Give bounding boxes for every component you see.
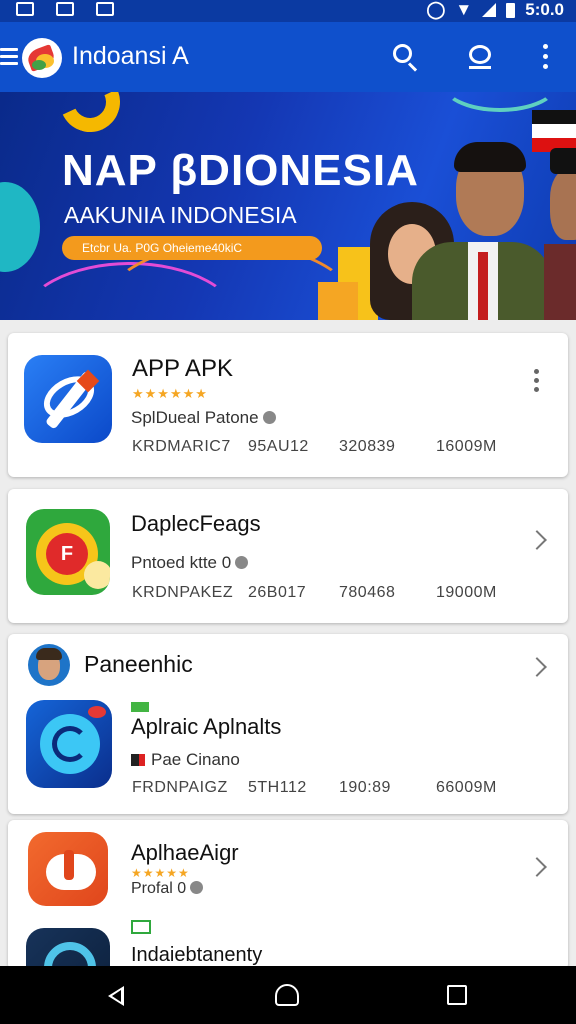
meta-4: 66009M bbox=[436, 779, 497, 796]
info-icon bbox=[262, 411, 276, 424]
app-subtitle: Pae Cinano bbox=[131, 750, 240, 770]
signal-icon bbox=[482, 3, 497, 17]
app-subtitle: Pntoed ktte 0 bbox=[131, 553, 249, 573]
badge-icon bbox=[131, 920, 151, 934]
meta-1: KRDNPAKEZ bbox=[132, 584, 234, 601]
app-card[interactable]: F DaplecFeags Pntoed ktte 0 KRDNPAKEZ 26… bbox=[8, 489, 568, 623]
meta-3: 190:89 bbox=[339, 779, 391, 796]
meta-1: KRDMARIC7 bbox=[132, 438, 231, 455]
image-notification-icon bbox=[16, 2, 34, 16]
search-icon[interactable] bbox=[465, 42, 495, 72]
alarm-icon: ◯ bbox=[426, 0, 446, 19]
rating-stars: ★★★★★★ bbox=[132, 386, 208, 401]
game-app-icon: F bbox=[26, 509, 110, 595]
app-bar: Indoansi A bbox=[0, 22, 576, 92]
section-title: Paneenhic bbox=[84, 651, 193, 677]
meta-2: 26B017 bbox=[248, 584, 307, 601]
compass-app-icon bbox=[24, 355, 112, 443]
menu-icon[interactable] bbox=[0, 48, 18, 69]
more-vert-icon[interactable] bbox=[534, 369, 540, 396]
app-title: Aplraic Aplnalts bbox=[131, 714, 282, 739]
status-notifications bbox=[16, 2, 114, 16]
meta-2: 5TH112 bbox=[248, 779, 307, 796]
banner-headline: NAP βDIONESIA bbox=[62, 146, 419, 195]
meta-4: 16009M bbox=[436, 438, 497, 455]
search-icon[interactable] bbox=[391, 42, 421, 72]
app-subtitle: Profal 0 bbox=[131, 880, 204, 898]
app-card[interactable]: Paneenhic Aplraic Aplnalts Pae Cinano FR… bbox=[8, 634, 568, 814]
banner-person-man-cap bbox=[544, 148, 576, 320]
chevron-right-icon[interactable] bbox=[527, 857, 547, 877]
app-notification-icon bbox=[96, 2, 114, 16]
app-card[interactable]: AplhaeAigr ★★★★★ Profal 0 Indaiebtanenty bbox=[8, 820, 568, 970]
wifi-icon: ▼ bbox=[455, 0, 473, 19]
app-icon bbox=[26, 928, 110, 970]
banner-pill: Etcbr Ua. P0G Oheieme40kiC bbox=[62, 236, 322, 260]
app-title: AplhaeAigr bbox=[131, 840, 239, 865]
meta-3: 320839 bbox=[339, 438, 396, 455]
status-indicators: ◯ ▼ 5:0.0 bbox=[426, 0, 564, 20]
info-icon bbox=[235, 556, 249, 569]
app-card[interactable]: APP APK ★★★★★★ SplDueal Patone KRDMARIC7… bbox=[8, 333, 568, 477]
badge-icon bbox=[131, 702, 149, 712]
recents-icon[interactable] bbox=[447, 985, 467, 1005]
meta-2: 95AU12 bbox=[248, 438, 309, 455]
meta-3: 780468 bbox=[339, 584, 396, 601]
chevron-right-icon[interactable] bbox=[527, 657, 547, 677]
status-bar: ◯ ▼ 5:0.0 bbox=[0, 0, 576, 22]
app-subtitle: SplDueal Patone bbox=[131, 408, 276, 428]
app-title: APP APK bbox=[132, 355, 233, 382]
more-vert-icon[interactable] bbox=[540, 44, 550, 72]
app-title: DaplecFeags bbox=[131, 511, 261, 536]
meta-4: 19000M bbox=[436, 584, 497, 601]
timer-app-icon bbox=[26, 700, 112, 788]
navigation-bar bbox=[0, 966, 576, 1024]
promo-banner[interactable]: NAP βDIONESIA AAKUNIA INDONESIA Etcbr Ua… bbox=[0, 92, 576, 320]
banner-person-man bbox=[412, 142, 552, 320]
home-icon[interactable] bbox=[275, 984, 299, 1006]
download-notification-icon bbox=[56, 2, 74, 16]
flag-icon bbox=[131, 754, 145, 766]
app-title: Indoansi A bbox=[72, 42, 189, 70]
avatar bbox=[28, 644, 70, 686]
chevron-right-icon[interactable] bbox=[527, 530, 547, 550]
chat-app-icon bbox=[28, 832, 108, 906]
meta-1: FRDNPAIGZ bbox=[132, 779, 228, 796]
banner-subheadline: AAKUNIA INDONESIA bbox=[64, 202, 297, 228]
rating-stars: ★★★★★ bbox=[131, 866, 190, 880]
info-icon bbox=[190, 881, 204, 894]
battery-icon bbox=[506, 2, 516, 18]
status-time: 5:0.0 bbox=[525, 0, 564, 19]
app-title: Indaiebtanenty bbox=[131, 944, 263, 966]
app-logo bbox=[22, 38, 62, 78]
